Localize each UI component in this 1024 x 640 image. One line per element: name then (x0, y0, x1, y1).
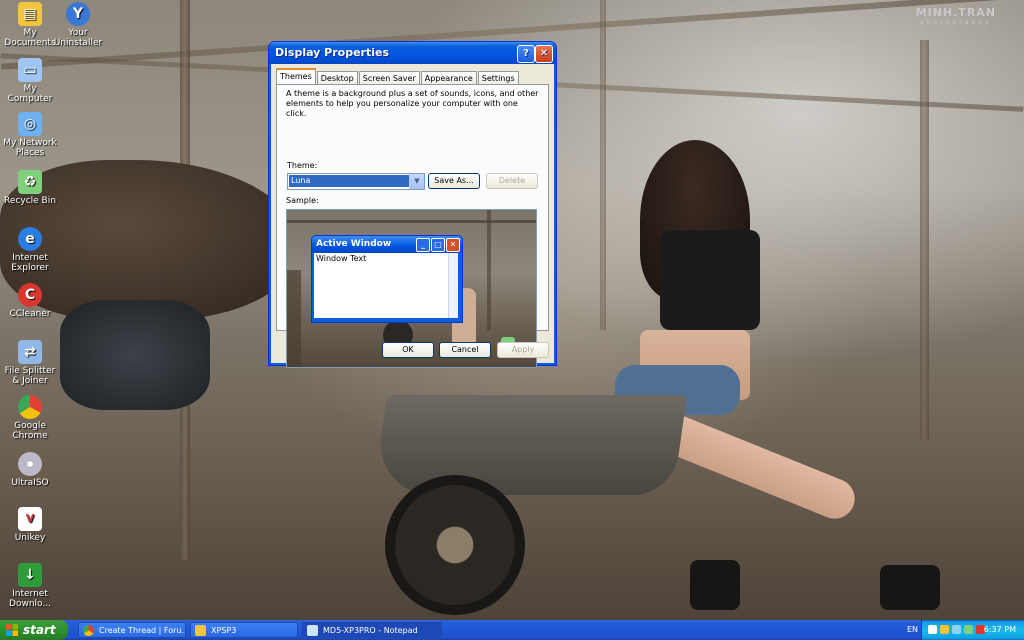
minimize-icon: _ (416, 238, 430, 252)
desktop-icon-your-uninstaller[interactable]: Y Your Uninstaller (48, 2, 108, 48)
desktop-icon-label: Internet Downlo... (9, 589, 51, 609)
taskbar-task-notepad[interactable]: MD5-XP3PRO - Notepad (302, 622, 442, 638)
folder-icon (195, 625, 206, 636)
close-icon: ✕ (446, 238, 460, 252)
window-titlebar[interactable]: Display Properties ? ✕ (269, 42, 556, 64)
watermark-subtitle: photography (920, 19, 992, 26)
notepad-icon (307, 625, 318, 636)
desktop-icon-ultraiso[interactable]: UltraISO (0, 452, 60, 488)
network-icon[interactable] (928, 625, 937, 634)
sample-label: Sample: (286, 196, 319, 205)
desktop-icon-ccleaner[interactable]: C CCleaner (0, 283, 60, 319)
close-icon: ✕ (539, 48, 549, 59)
unikey-icon: V (18, 507, 42, 531)
sample-window-body: Window Text (314, 253, 458, 318)
sample-window-text: Window Text (316, 254, 367, 263)
system-tray: 6:37 PM (921, 620, 1024, 640)
preview-post (487, 210, 491, 330)
photographer-watermark: MINH.TRAN photography (916, 6, 996, 26)
recycle-bin-icon: ♻ (18, 170, 42, 194)
themes-panel: A theme is a background plus a set of so… (276, 84, 549, 368)
taskbar: start Create Thread | Foru... XPSP3 MD5-… (0, 620, 1024, 640)
ok-button[interactable]: OK (382, 342, 434, 358)
barn-post (920, 40, 929, 440)
clock[interactable]: 6:37 PM (984, 620, 1016, 640)
barn-post (600, 0, 606, 330)
desktop-icon-label: Recycle Bin (4, 196, 56, 206)
tab-strip: Themes Desktop Screen Saver Appearance S… (276, 68, 520, 87)
chrome-icon (83, 625, 94, 636)
chevron-down-icon[interactable]: ▼ (409, 174, 424, 189)
disc-icon (18, 452, 42, 476)
shield-icon[interactable] (940, 625, 949, 634)
desktop-icon-label: Unikey (14, 533, 46, 543)
taskbar-task-xpsp3[interactable]: XPSP3 (190, 622, 298, 638)
boot-shape (880, 565, 940, 610)
file-splitter-icon: ⇄ (18, 340, 42, 364)
feed-bucket (60, 300, 210, 410)
desktop-icon-internet-explorer[interactable]: e Internet Explorer (0, 227, 60, 273)
wheelbarrow-tray (372, 395, 688, 495)
idm-icon: ↓ (18, 563, 42, 587)
start-label: start (23, 623, 56, 637)
cancel-button[interactable]: Cancel (439, 342, 491, 358)
themes-description: A theme is a background plus a set of so… (286, 89, 539, 118)
desktop-icon-label: My Network Places (3, 138, 57, 158)
desktop-icon-label: Your Uninstaller (53, 28, 103, 48)
desktop-icon-label: Google Chrome (12, 421, 48, 441)
task-label: MD5-XP3PRO - Notepad (323, 626, 418, 635)
theme-label: Theme: (287, 161, 318, 170)
top-shape (660, 230, 760, 330)
preview-post (287, 270, 301, 367)
folder-documents-icon: ▤ (18, 2, 42, 26)
delete-button[interactable]: Delete (486, 173, 538, 189)
desktop-icon-internet-download-manager[interactable]: ↓ Internet Downlo... (0, 563, 60, 609)
internet-explorer-icon: e (18, 227, 42, 251)
save-as-button[interactable]: Save As... (428, 173, 480, 189)
maximize-icon: □ (431, 238, 445, 252)
close-button[interactable]: ✕ (535, 45, 553, 63)
watermark-title: MINH.TRAN (915, 6, 996, 19)
computer-icon: ▭ (18, 58, 42, 82)
wheelbarrow-wheel (385, 475, 525, 615)
window-title: Display Properties (275, 46, 390, 59)
desktop-icon-my-network-places[interactable]: ◎ My Network Places (0, 112, 60, 158)
sample-active-window: Active Window _ □ ✕ Window Text (311, 235, 463, 323)
theme-select[interactable]: Luna ▼ (287, 173, 425, 190)
preview-beam (287, 220, 536, 223)
apply-button[interactable]: Apply (497, 342, 549, 358)
desktop-icon-google-chrome[interactable]: Google Chrome (0, 395, 60, 441)
taskbar-task-create-thread[interactable]: Create Thread | Foru... (78, 622, 186, 638)
desktop-icon-my-computer[interactable]: ▭ My Computer (0, 58, 60, 104)
sample-window-title: Active Window (316, 239, 392, 249)
boot-shape (690, 560, 740, 610)
desktop-icon-label: File Splitter & Joiner (4, 366, 56, 386)
desktop-icon-label: UltraISO (11, 478, 49, 488)
volume-icon[interactable] (952, 625, 961, 634)
ccleaner-icon: C (18, 283, 42, 307)
desktop-icon-recycle-bin[interactable]: ♻ Recycle Bin (0, 170, 60, 206)
network-icon: ◎ (18, 112, 42, 136)
desktop-icon-label: CCleaner (9, 309, 51, 319)
desktop-icon-unikey[interactable]: V Unikey (0, 507, 60, 543)
safely-remove-icon[interactable] (964, 625, 973, 634)
task-label: XPSP3 (211, 626, 237, 635)
windows-logo-icon (6, 624, 18, 636)
sample-scrollbar (448, 253, 458, 318)
language-indicator[interactable]: EN (907, 620, 918, 640)
task-label: Create Thread | Foru... (99, 626, 186, 635)
sample-titlebar: Active Window _ □ ✕ (312, 236, 462, 253)
desktop-icon-label: My Computer (7, 84, 53, 104)
start-button[interactable]: start (0, 620, 68, 640)
help-button[interactable]: ? (517, 45, 535, 63)
help-icon: ? (523, 48, 529, 59)
display-properties-window[interactable]: Display Properties ? ✕ Themes Desktop Sc… (268, 41, 557, 368)
chrome-icon (18, 395, 42, 419)
theme-select-value: Luna (289, 175, 409, 187)
desktop-icon-label: Internet Explorer (11, 253, 49, 273)
desktop-icon-file-splitter[interactable]: ⇄ File Splitter & Joiner (0, 340, 60, 386)
uninstaller-icon: Y (66, 2, 90, 26)
